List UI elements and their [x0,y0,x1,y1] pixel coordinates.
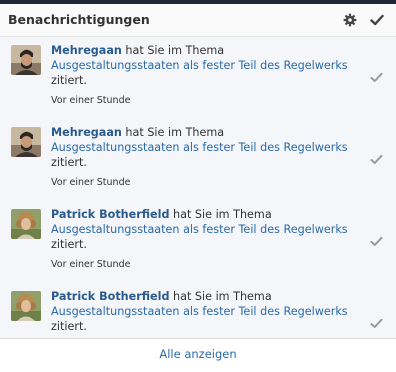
notification-item[interactable]: Mehregaan hat Sie im Thema Ausgestaltung… [0,119,396,202]
notifications-header: Benachrichtigungen [0,4,396,37]
notification-text: Mehregaan hat Sie im Thema Ausgestaltung… [51,43,361,88]
notifications-footer: Alle anzeigen [0,338,396,372]
mark-read-checkmark-icon[interactable] [370,233,383,246]
author-link[interactable]: Mehregaan [51,44,122,57]
author-link[interactable]: Patrick Botherfield [51,290,169,303]
topic-link[interactable]: Ausgestaltungsstaaten als fester Teil de… [51,223,348,236]
panel-title: Benachrichtigungen [8,12,150,27]
gear-icon[interactable] [343,12,357,27]
notification-text: Mehregaan hat Sie im Thema Ausgestaltung… [51,125,361,170]
notification-time: Vor einer Stunde [51,177,131,188]
notification-text: Patrick Botherfield hat Sie im Thema Aus… [51,207,361,252]
notification-item[interactable]: Mehregaan hat Sie im Thema Ausgestaltung… [0,37,396,120]
notification-suffix-text: zitiert. [51,156,87,169]
notification-item[interactable]: Patrick Botherfield hat Sie im Thema Aus… [0,201,396,284]
notification-time: Vor einer Stunde [51,259,131,270]
notification-suffix-text: zitiert. [51,238,87,251]
avatar [11,209,41,239]
mark-all-read-checkmark-icon[interactable] [370,12,384,26]
notification-action-text: hat Sie im Thema [169,290,272,303]
avatar [11,45,41,75]
notification-action-text: hat Sie im Thema [121,126,225,139]
notifications-panel: Benachrichtigungen Mehregaan hat Sie im … [0,0,396,372]
topic-link[interactable]: Ausgestaltungsstaaten als fester Teil de… [51,305,348,318]
mark-read-checkmark-icon[interactable] [370,69,383,82]
notification-item[interactable]: Patrick Botherfield hat Sie im Thema Aus… [0,283,396,338]
notification-action-text: hat Sie im Thema [169,208,272,221]
topic-link[interactable]: Ausgestaltungsstaaten als fester Teil de… [51,59,348,72]
notification-text: Patrick Botherfield hat Sie im Thema Aus… [51,289,361,334]
topic-link[interactable]: Ausgestaltungsstaaten als fester Teil de… [51,141,348,154]
mark-read-checkmark-icon[interactable] [370,151,383,164]
notification-action-text: hat Sie im Thema [121,44,225,57]
notification-suffix-text: zitiert. [51,320,87,333]
notification-time: Vor einer Stunde [51,95,131,106]
mark-read-checkmark-icon[interactable] [370,315,383,328]
notification-suffix-text: zitiert. [51,74,87,87]
show-all-link[interactable]: Alle anzeigen [159,347,236,361]
author-link[interactable]: Mehregaan [51,126,122,139]
avatar [11,291,41,321]
notification-list: Mehregaan hat Sie im Thema Ausgestaltung… [0,37,396,338]
author-link[interactable]: Patrick Botherfield [51,208,169,221]
avatar [11,127,41,157]
